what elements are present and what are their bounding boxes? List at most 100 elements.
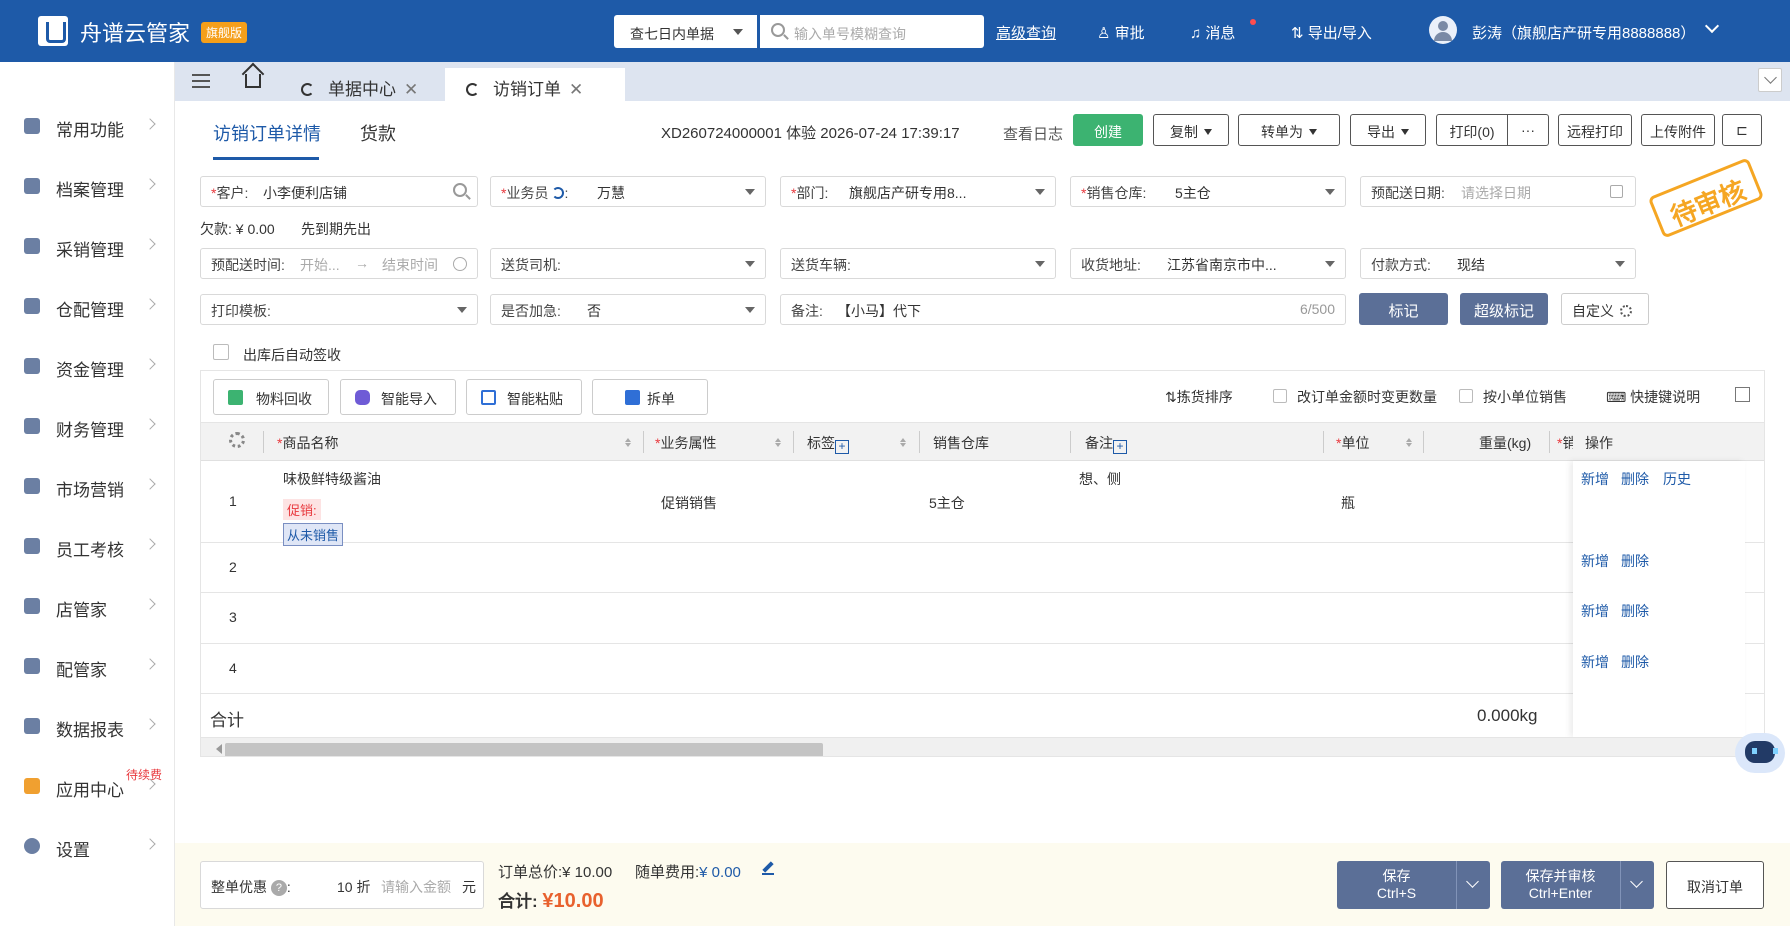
more-button[interactable]: ··· (1507, 114, 1549, 146)
sidebar-item-archive[interactable]: 档案管理 (0, 166, 175, 206)
close-icon[interactable]: ✕ (569, 80, 583, 99)
subtab-payment[interactable]: 货款 (360, 120, 396, 146)
row-delete-link[interactable]: 删除 (1621, 551, 1649, 571)
col-tag[interactable]: 标签 + (807, 433, 849, 454)
vehicle-select[interactable]: 送货车辆: (780, 248, 1056, 279)
sidebar-item-store[interactable]: 店管家 (0, 586, 175, 626)
sidebar-item-settings[interactable]: 设置 (0, 826, 175, 866)
address-select[interactable]: 收货地址: 江苏省南京市中... (1070, 248, 1346, 279)
user-name[interactable]: 彭涛（旗舰店产研专用8888888） (1472, 22, 1695, 43)
avatar[interactable] (1429, 16, 1457, 44)
col-weight[interactable]: 重量(kg) (1479, 433, 1531, 453)
row-add-link[interactable]: 新增 (1581, 652, 1609, 672)
sort-icon[interactable] (625, 435, 631, 447)
material-recycle-button[interactable]: 物料回收 (213, 379, 329, 415)
sidebar-item-finance[interactable]: 财务管理 (0, 406, 175, 446)
tab-list-dropdown[interactable] (1758, 68, 1782, 92)
approve-button[interactable]: ♙ 审批 (1097, 22, 1145, 43)
subtab-order-detail[interactable]: 访销订单详情 (213, 120, 321, 146)
row-delete-link[interactable]: 删除 (1621, 652, 1649, 672)
collapse-menu-icon[interactable] (192, 74, 210, 88)
sidebar-item-delivery[interactable]: 配管家 (0, 646, 175, 686)
advanced-search-link[interactable]: 高级查询 (996, 22, 1056, 43)
row-delete-link[interactable]: 删除 (1621, 601, 1649, 621)
remark-value[interactable]: 想、侧 (1079, 469, 1121, 489)
col-remark[interactable]: 备注 + (1085, 433, 1127, 454)
table-row[interactable]: 4 (201, 644, 1764, 694)
save-button[interactable]: 保存 Ctrl+S (1337, 861, 1456, 909)
fullscreen-icon[interactable] (1735, 387, 1750, 402)
sort-icon[interactable] (775, 435, 781, 447)
payment-method-select[interactable]: 付款方式: 现结 (1360, 248, 1636, 279)
messages-button[interactable]: ♫ 消息 (1190, 22, 1235, 43)
small-unit-checkbox[interactable] (1459, 389, 1473, 403)
table-row[interactable]: 3 (201, 593, 1764, 644)
discount-field[interactable]: 整单优惠 ?: 10 折 请输入金额 元 (200, 861, 484, 909)
tab-documents[interactable]: 单据中心 ✕ (287, 68, 447, 101)
col-sales-warehouse[interactable]: 销售仓库 (933, 433, 989, 453)
split-order-button[interactable]: 拆单 (592, 379, 708, 415)
urgent-select[interactable]: 是否加急: 否 (490, 294, 766, 325)
scroll-left-icon[interactable] (211, 744, 222, 754)
upload-attachment-button[interactable]: 上传附件 (1641, 114, 1715, 146)
create-button[interactable]: 创建 (1073, 114, 1143, 146)
col-unit[interactable]: *单位 (1336, 433, 1369, 453)
discount-rate[interactable]: 10 折 (337, 877, 370, 897)
biz-attr-value[interactable]: 促销销售 (661, 493, 717, 513)
row-add-link[interactable]: 新增 (1581, 601, 1609, 621)
smart-paste-button[interactable]: 智能粘贴 (466, 379, 582, 415)
mark-button[interactable]: 标记 (1359, 293, 1448, 325)
export-button[interactable]: 导出 (1350, 114, 1426, 146)
save-dropdown[interactable] (1456, 861, 1490, 909)
edit-icon[interactable] (762, 863, 774, 875)
auto-sign-checkbox[interactable] (213, 344, 229, 360)
warehouse-value[interactable]: 5主仓 (929, 493, 965, 513)
sidebar-item-funds[interactable]: 资金管理 (0, 346, 175, 386)
tab-visit-order-active[interactable]: 访销订单 ✕ (450, 68, 604, 101)
amount-change-checkbox[interactable] (1273, 389, 1287, 403)
sidebar-item-apps[interactable]: 应用中心 待续费 (0, 766, 175, 806)
driver-select[interactable]: 送货司机: (490, 248, 766, 279)
save-and-audit-button[interactable]: 保存并审核 Ctrl+Enter (1501, 861, 1620, 909)
column-settings-gear-icon[interactable] (229, 432, 245, 450)
export-import-button[interactable]: ⇅ 导出/导入 (1291, 22, 1372, 43)
delivery-time-range[interactable]: 预配送时间: 开始... → 结束时间 (200, 248, 478, 279)
discount-amount-input[interactable]: 请输入金额 (381, 877, 451, 897)
col-product-name[interactable]: *商品名称 (277, 433, 338, 453)
assistant-robot-icon[interactable] (1735, 733, 1785, 773)
save-audit-dropdown[interactable] (1620, 861, 1654, 909)
custom-button[interactable]: 自定义 (1561, 293, 1649, 325)
row-add-link[interactable]: 新增 (1581, 469, 1609, 489)
cancel-order-button[interactable]: 取消订单 (1666, 861, 1764, 909)
salesman-select[interactable]: *业务员: 万慧 (490, 176, 766, 207)
shortcut-help-button[interactable]: ⌨ 快捷键说明 (1606, 387, 1700, 407)
scroll-thumb[interactable] (225, 743, 823, 756)
copy-button[interactable]: 复制 (1153, 114, 1229, 146)
horizontal-scrollbar[interactable] (201, 738, 1764, 756)
query-range-select[interactable]: 查七日内单据 (614, 15, 757, 48)
table-row[interactable]: 1 味极鲜特级酱油 促销: 从未销售 促销销售 5主仓 想、侧 瓶 (201, 461, 1764, 546)
sort-icon[interactable] (900, 435, 906, 447)
sidebar-item-marketing[interactable]: 市场营销 (0, 466, 175, 506)
customer-field[interactable]: *客户: 小李便利店铺 (200, 176, 478, 207)
col-biz-attr[interactable]: *业务属性 (655, 433, 716, 453)
chevron-down-icon[interactable] (1704, 18, 1720, 34)
sidebar-item-staff[interactable]: 员工考核 (0, 526, 175, 566)
home-icon[interactable] (245, 74, 261, 88)
sales-warehouse-select[interactable]: *销售仓库: 5主仓 (1070, 176, 1346, 207)
print-button[interactable]: 打印(0) (1436, 114, 1508, 146)
convert-button[interactable]: 转单为 (1238, 114, 1340, 146)
sidebar-item-warehouse[interactable]: 仓配管理 (0, 286, 175, 326)
row-delete-link[interactable]: 删除 (1621, 469, 1649, 489)
row-add-link[interactable]: 新增 (1581, 551, 1609, 571)
unit-value[interactable]: 瓶 (1341, 493, 1355, 513)
sidebar-item-common[interactable]: 常用功能 (0, 106, 175, 146)
sidebar-item-purchase-sales[interactable]: 采销管理 (0, 226, 175, 266)
sidebar-item-reports[interactable]: 数据报表 (0, 706, 175, 746)
product-name[interactable]: 味极鲜特级酱油 (283, 469, 381, 489)
super-mark-button[interactable]: 超级标记 (1460, 293, 1548, 325)
table-row[interactable]: 2 (201, 543, 1764, 593)
smart-import-button[interactable]: 智能导入 (340, 379, 456, 415)
sort-icon[interactable] (1406, 435, 1412, 447)
remark-input[interactable]: 备注: 【小马】代下 6/500 (780, 294, 1346, 325)
